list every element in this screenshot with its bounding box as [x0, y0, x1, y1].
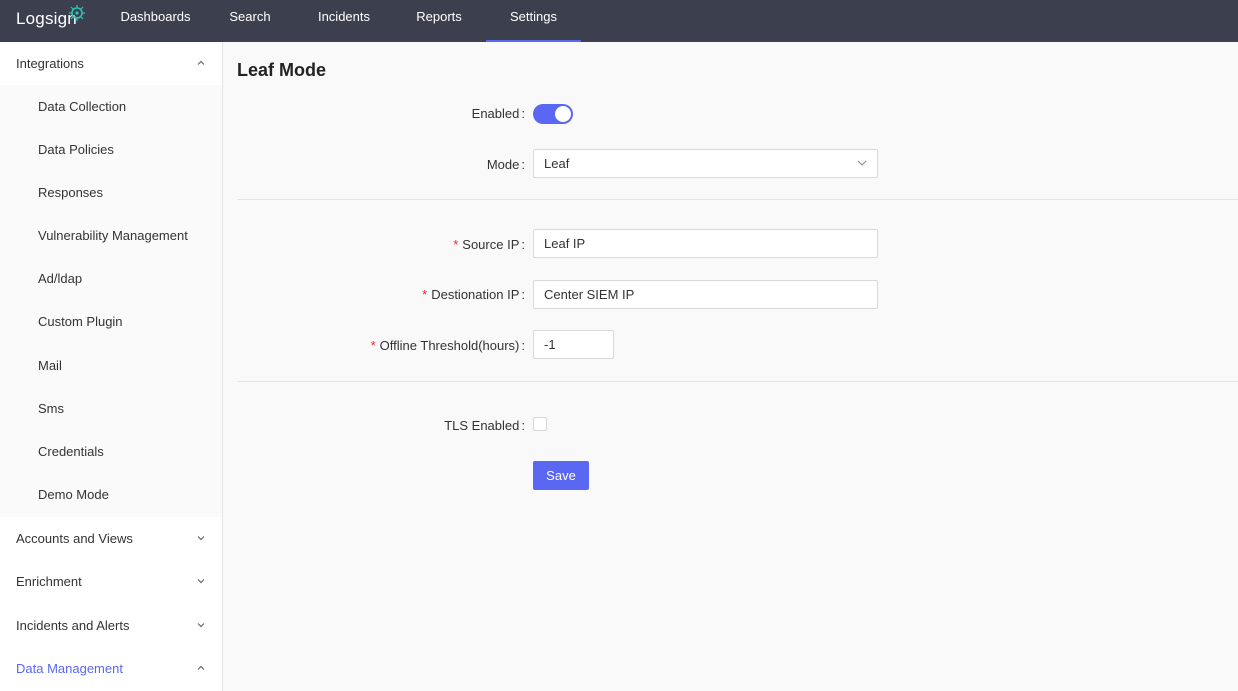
- destination-ip-label: * Destionation IP:: [223, 287, 525, 302]
- sidebar-item-data-collection[interactable]: Data Collection: [0, 85, 222, 128]
- sidebar-group-data-management[interactable]: Data Management: [0, 647, 222, 690]
- required-mark: *: [453, 237, 459, 252]
- nav-dashboards[interactable]: Dashboards: [110, 0, 201, 42]
- sidebar-item-label: Custom Plugin: [38, 314, 123, 329]
- page-title: Leaf Mode: [237, 60, 327, 80]
- sidebar-item-label: Mail: [38, 358, 62, 373]
- enabled-label-text: Enabled: [471, 106, 520, 121]
- offline-threshold-input[interactable]: -1: [533, 330, 614, 359]
- label-colon: :: [521, 287, 525, 302]
- mode-label-text: Mode: [486, 157, 520, 172]
- enabled-toggle[interactable]: [533, 104, 573, 124]
- sidebar-item-label: Demo Mode: [38, 487, 109, 502]
- label-colon: :: [521, 418, 525, 433]
- sidebar-item-sms[interactable]: Sms: [0, 387, 222, 430]
- sidebar-item-label: Sms: [38, 401, 64, 416]
- tls-enabled-label-text: TLS Enabled: [444, 418, 520, 433]
- chevron-down-icon: [857, 160, 867, 166]
- sidebar-group-integrations[interactable]: Integrations: [0, 42, 222, 85]
- source-ip-label: * Source IP:: [223, 237, 525, 252]
- source-ip-input[interactable]: Leaf IP: [533, 229, 878, 258]
- sidebar-item-label: Responses: [38, 185, 104, 200]
- section-divider: [237, 199, 1238, 200]
- nav-reports[interactable]: Reports: [401, 0, 477, 42]
- integrations-submenu: Data Collection Data Policies Responses …: [0, 85, 222, 517]
- enabled-label: Enabled:: [223, 106, 525, 121]
- offline-threshold-value: -1: [544, 337, 556, 352]
- label-colon: :: [521, 157, 525, 172]
- tls-enabled-checkbox[interactable]: [533, 417, 547, 431]
- sidebar-group-incidents-and-alerts[interactable]: Incidents and Alerts: [0, 604, 222, 647]
- sidebar-group-enrichment[interactable]: Enrichment: [0, 560, 222, 603]
- sidebar-item-label: Data Policies: [38, 142, 114, 157]
- sidebar-item-label: Ad/ldap: [38, 271, 83, 286]
- sidebar: Integrations Data Collection Data Polici…: [0, 42, 223, 691]
- sidebar-item-mail[interactable]: Mail: [0, 344, 222, 387]
- destination-ip-input[interactable]: Center SIEM IP: [533, 280, 878, 309]
- sidebar-group-label: Enrichment: [16, 574, 82, 589]
- mode-label: Mode:: [223, 157, 525, 172]
- sidebar-group-accounts-and-views[interactable]: Accounts and Views: [0, 517, 222, 560]
- sidebar-item-label: Data Collection: [38, 99, 127, 114]
- required-mark: *: [370, 338, 376, 353]
- chevron-down-icon: [197, 623, 205, 628]
- label-colon: :: [521, 106, 525, 121]
- nav-search[interactable]: Search: [217, 0, 283, 42]
- top-navbar: Logsign Dashboards Search Incidents Repo…: [0, 0, 1238, 42]
- sidebar-item-credentials[interactable]: Credentials: [0, 430, 222, 473]
- sidebar-item-vulnerability-management[interactable]: Vulnerability Management: [0, 214, 222, 257]
- sidebar-group-label: Integrations: [16, 56, 84, 71]
- sidebar-group-label: Accounts and Views: [16, 531, 133, 546]
- logo-mark-icon: [69, 5, 85, 21]
- mode-select-value: Leaf: [544, 156, 570, 171]
- required-mark: *: [422, 287, 428, 302]
- toggle-knob: [555, 106, 571, 122]
- nav-settings[interactable]: Settings: [486, 0, 581, 42]
- sidebar-group-label: Data Management: [16, 661, 123, 676]
- sidebar-group-label: Incidents and Alerts: [16, 618, 130, 633]
- destination-ip-placeholder: Center SIEM IP: [544, 287, 635, 302]
- offline-threshold-label-text: Offline Threshold(hours): [379, 338, 520, 353]
- sidebar-item-demo-mode[interactable]: Demo Mode: [0, 473, 222, 516]
- section-divider: [237, 381, 1238, 382]
- sidebar-item-label: Vulnerability Management: [38, 228, 188, 243]
- sidebar-item-ad-ldap[interactable]: Ad/ldap: [0, 257, 222, 300]
- destination-ip-label-text: Destionation IP: [431, 287, 520, 302]
- nav-incidents[interactable]: Incidents: [304, 0, 384, 42]
- sidebar-item-responses[interactable]: Responses: [0, 171, 222, 214]
- chevron-up-icon: [197, 60, 205, 65]
- chevron-up-icon: [197, 665, 205, 670]
- sidebar-item-custom-plugin[interactable]: Custom Plugin: [0, 300, 222, 343]
- offline-threshold-label: * Offline Threshold(hours):: [223, 338, 525, 353]
- source-ip-placeholder: Leaf IP: [544, 236, 586, 251]
- chevron-down-icon: [197, 579, 205, 584]
- chevron-down-icon: [197, 536, 205, 541]
- mode-select[interactable]: Leaf: [533, 149, 878, 178]
- sidebar-item-data-policies[interactable]: Data Policies: [0, 128, 222, 171]
- source-ip-label-text: Source IP: [462, 237, 520, 252]
- sidebar-item-label: Credentials: [38, 444, 104, 459]
- main-content: Leaf Mode Enabled: Mode: Leaf * Source IP…: [223, 42, 1238, 691]
- tls-enabled-label: TLS Enabled:: [223, 418, 525, 433]
- label-colon: :: [521, 338, 525, 353]
- label-colon: :: [521, 237, 525, 252]
- save-button[interactable]: Save: [533, 461, 589, 490]
